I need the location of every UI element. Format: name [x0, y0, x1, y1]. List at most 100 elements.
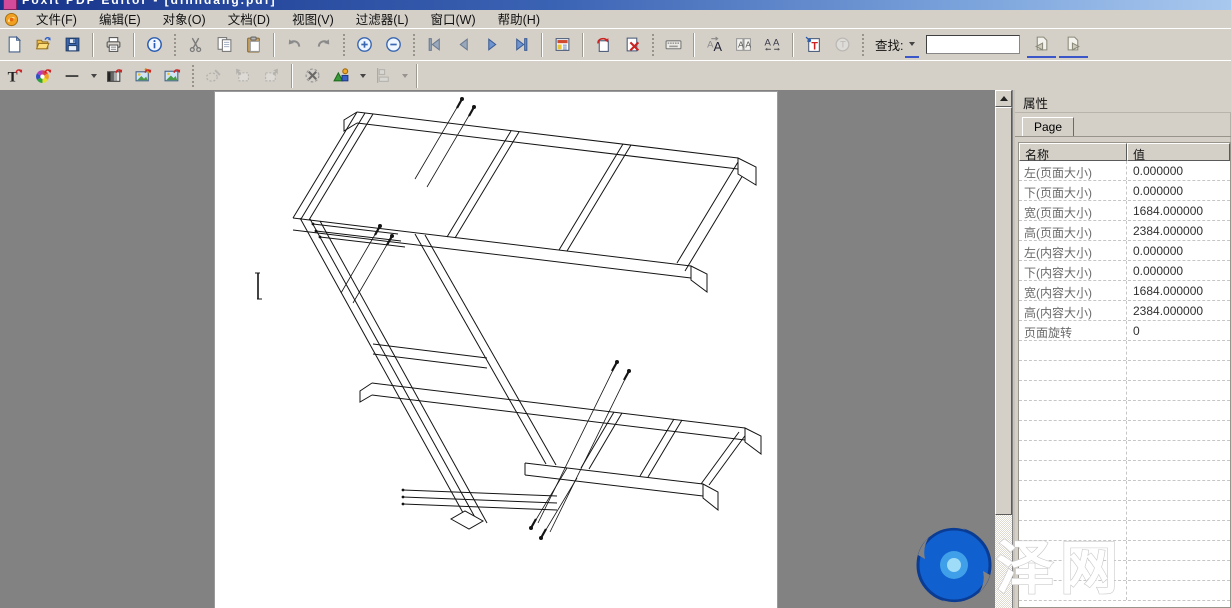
paste-button[interactable]	[240, 32, 267, 58]
menu-item-document[interactable]: 文档(D)	[217, 8, 281, 30]
menu-item-edit[interactable]: 编辑(E)	[88, 8, 152, 30]
line-button[interactable]	[59, 63, 86, 89]
property-value[interactable]	[1127, 381, 1230, 400]
property-value[interactable]: 0.000000	[1127, 261, 1230, 280]
rotate-page-button[interactable]	[590, 32, 617, 58]
property-value[interactable]: 0	[1127, 321, 1230, 340]
delete-x-button[interactable]	[299, 63, 326, 89]
find-next-button[interactable]	[1059, 31, 1088, 58]
menu-item-window[interactable]: 窗口(W)	[420, 8, 487, 30]
column-header-name[interactable]: 名称	[1019, 143, 1127, 161]
gradient-button[interactable]	[101, 63, 128, 89]
delete-page-button[interactable]	[619, 32, 646, 58]
window-title: Foxit PDF Editor - [dinhdang.pdf]	[22, 0, 277, 7]
find-input[interactable]	[926, 35, 1020, 54]
color-wheel-button[interactable]	[30, 63, 57, 89]
bolt-head-dot	[319, 236, 322, 239]
property-value[interactable]	[1127, 421, 1230, 440]
select-fwd-button[interactable]	[258, 63, 285, 89]
open-button[interactable]	[30, 32, 57, 58]
shapes-dropdown-button[interactable]	[356, 63, 369, 89]
next-page-button[interactable]	[479, 32, 506, 58]
property-value[interactable]: 1684.000000	[1127, 281, 1230, 300]
screw-leader-line	[550, 371, 629, 532]
find-prev-button[interactable]	[1027, 31, 1056, 58]
vertical-scrollbar[interactable]	[995, 90, 1012, 608]
column-header-value[interactable]: 值	[1127, 143, 1230, 161]
property-value[interactable]: 0.000000	[1127, 241, 1230, 260]
page-layout-button[interactable]	[549, 32, 576, 58]
ladder-wireframe-drawing[interactable]	[215, 92, 777, 608]
property-value[interactable]: 2384.000000	[1127, 301, 1230, 320]
property-value[interactable]: 1684.000000	[1127, 201, 1230, 220]
insert-text-button[interactable]: T	[800, 32, 827, 58]
align-dropdown-button[interactable]	[398, 63, 411, 89]
menu-item-object[interactable]: 对象(O)	[152, 8, 217, 30]
property-name	[1019, 561, 1127, 580]
property-value[interactable]	[1127, 541, 1230, 560]
text-attr-button[interactable]: T	[1, 63, 28, 89]
app-icon	[3, 0, 17, 10]
property-row	[1019, 401, 1230, 421]
menu-item-view[interactable]: 视图(V)	[281, 8, 345, 30]
font-narrow-button[interactable]: AA	[730, 32, 757, 58]
image-add-button[interactable]	[159, 63, 186, 89]
property-name	[1019, 401, 1127, 420]
menu-item-filter[interactable]: 过滤器(L)	[345, 8, 420, 30]
font-wide-button[interactable]: AA	[759, 32, 786, 58]
lasso-button[interactable]	[200, 63, 227, 89]
menu-item-file[interactable]: 文件(F)	[25, 8, 88, 30]
redo-button[interactable]	[310, 32, 337, 58]
select-back-button[interactable]	[229, 63, 256, 89]
cut-button[interactable]	[182, 32, 209, 58]
property-value[interactable]	[1127, 481, 1230, 500]
screw-head	[529, 526, 533, 530]
ladder-edge	[701, 432, 739, 484]
property-value[interactable]	[1127, 401, 1230, 420]
keyboard-button[interactable]	[660, 32, 687, 58]
shapes-icon	[333, 67, 350, 84]
pdf-page[interactable]	[215, 92, 777, 608]
property-value[interactable]	[1127, 461, 1230, 480]
info-button[interactable]	[141, 32, 168, 58]
tab-page[interactable]: Page	[1022, 117, 1074, 136]
property-value[interactable]	[1127, 581, 1230, 600]
new-button[interactable]	[1, 32, 28, 58]
line-style-dropdown-button[interactable]	[87, 63, 100, 89]
property-value[interactable]: 2384.000000	[1127, 221, 1230, 240]
print-button[interactable]	[100, 32, 127, 58]
property-row: 左(页面大小)0.000000	[1019, 161, 1230, 181]
text-circle-button[interactable]: T	[829, 32, 856, 58]
property-value[interactable]	[1127, 441, 1230, 460]
property-value[interactable]	[1127, 501, 1230, 520]
zoom-out-button[interactable]	[380, 32, 407, 58]
image-edit-button[interactable]	[130, 63, 157, 89]
scrollbar-thumb[interactable]	[995, 107, 1012, 515]
screw-head	[390, 234, 394, 238]
property-value[interactable]	[1127, 361, 1230, 380]
last-page-button[interactable]	[508, 32, 535, 58]
prev-page-button[interactable]	[450, 32, 477, 58]
copy-button[interactable]	[211, 32, 238, 58]
property-value[interactable]	[1127, 561, 1230, 580]
font-replace-button[interactable]: AA	[701, 32, 728, 58]
menu-item-help[interactable]: 帮助(H)	[487, 8, 551, 30]
property-value[interactable]: 0.000000	[1127, 161, 1230, 180]
first-page-button[interactable]	[421, 32, 448, 58]
property-value[interactable]	[1127, 341, 1230, 360]
undo-button[interactable]	[281, 32, 308, 58]
align-button[interactable]	[370, 63, 397, 89]
property-row: 下(内容大小)0.000000	[1019, 261, 1230, 281]
property-value[interactable]	[1127, 521, 1230, 540]
chevron-down-icon	[402, 74, 408, 78]
ladder-end-cap	[451, 511, 483, 529]
next-page-icon	[484, 36, 501, 53]
scroll-up-button[interactable]	[995, 90, 1012, 107]
property-value[interactable]: 0.000000	[1127, 181, 1230, 200]
save-button[interactable]	[59, 32, 86, 58]
ladder-edge	[403, 504, 557, 510]
zoom-in-button[interactable]	[351, 32, 378, 58]
shapes-button[interactable]	[328, 63, 355, 89]
find-history-button[interactable]	[905, 31, 919, 58]
property-row: 宽(页面大小)1684.000000	[1019, 201, 1230, 221]
